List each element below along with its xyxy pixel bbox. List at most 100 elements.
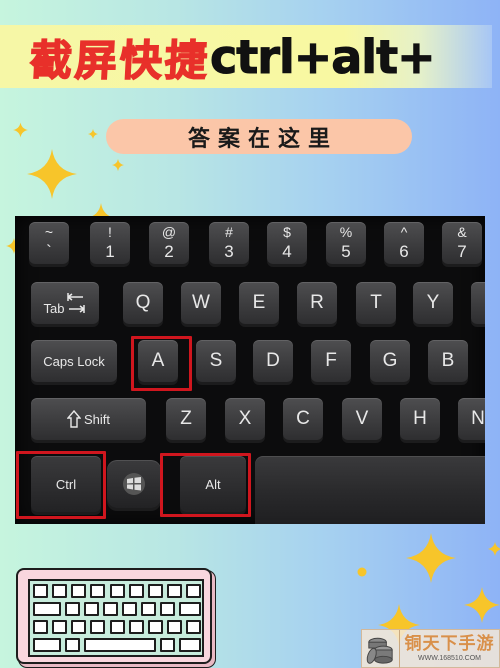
key-e: E: [239, 282, 279, 324]
mini-spacebar: [84, 638, 156, 652]
key-a: A: [138, 340, 178, 382]
key-label: A: [151, 350, 165, 371]
key-x: X: [225, 398, 265, 440]
sparkle-icon: [27, 143, 77, 205]
key-s: S: [196, 340, 236, 382]
sparkle-icon: [406, 528, 456, 588]
key-number: 7: [457, 242, 467, 261]
mini-key: [110, 584, 125, 598]
key-t: T: [356, 282, 396, 324]
sparkle-icon: [88, 128, 98, 140]
key-label: F: [325, 350, 337, 371]
key-c: C: [283, 398, 323, 440]
key-label: E: [252, 292, 266, 313]
keyboard-illustration-icon: [16, 568, 212, 664]
key-6: ^ 6: [384, 222, 424, 264]
mini-key: [122, 602, 137, 616]
mini-key: [33, 584, 48, 598]
key-v: V: [342, 398, 382, 440]
sparkle-icon: [488, 540, 500, 558]
mini-key: [52, 620, 67, 634]
key-label: U: [484, 292, 485, 314]
key-caps-lock: Caps Lock: [31, 340, 117, 382]
key-symbol: ~: [44, 224, 54, 240]
mini-key: [160, 602, 175, 616]
watermark-url: WWW.168510.COM: [417, 654, 481, 662]
key-label: N: [471, 408, 485, 429]
key-label: H: [413, 408, 427, 429]
mini-key: [71, 620, 86, 634]
key-ctrl: Ctrl: [31, 456, 101, 512]
key-label: Ctrl: [55, 476, 77, 492]
key-label: X: [238, 408, 252, 429]
watermark-title: 铜天下手游: [404, 633, 495, 654]
key-label: Q: [135, 292, 151, 313]
key-backtick: ~ `: [29, 222, 69, 264]
title-shortcut: ctrl+alt+: [210, 30, 437, 85]
mini-key: [167, 584, 182, 598]
mini-key: [179, 602, 201, 616]
key-label: B: [441, 350, 455, 371]
mini-key: [90, 620, 105, 634]
sparkle-icon: [13, 120, 28, 140]
coin-stack-icon: [366, 629, 400, 668]
key-label: T: [370, 292, 382, 313]
key-number: 4: [282, 242, 292, 261]
windows-logo-icon: [123, 473, 145, 495]
key-label: Tab: [43, 300, 65, 316]
shift-arrow-icon: [66, 410, 81, 428]
key-number: 6: [399, 242, 409, 261]
key-label: Alt: [205, 476, 221, 492]
sparkle-icon: [464, 585, 500, 625]
key-4: $ 4: [267, 222, 307, 264]
key-number: `: [46, 242, 52, 261]
key-1: ! 1: [90, 222, 130, 264]
mini-key: [179, 638, 201, 652]
key-label: Shift: [83, 411, 110, 427]
key-symbol: &: [457, 224, 467, 240]
mini-key: [148, 620, 163, 634]
key-label: C: [296, 408, 310, 429]
key-g: G: [370, 340, 410, 382]
key-d: D: [253, 340, 293, 382]
key-3: # 3: [209, 222, 249, 264]
sparkle-icon: [112, 157, 124, 173]
page-title: 截屏快捷 ctrl+alt+: [28, 30, 437, 86]
key-number: 3: [224, 242, 234, 261]
key-2: @ 2: [149, 222, 189, 264]
key-y: Y: [413, 282, 453, 324]
mini-key: [65, 602, 80, 616]
key-alt: Alt: [180, 456, 246, 512]
key-h: H: [400, 398, 440, 440]
key-label: R: [310, 292, 324, 313]
key-n: N: [458, 398, 485, 440]
key-number: 2: [164, 242, 174, 261]
key-w: W: [181, 282, 221, 324]
mini-key: [160, 638, 175, 652]
mini-key: [186, 620, 201, 634]
key-f: F: [311, 340, 351, 382]
key-label: Y: [426, 292, 440, 313]
key-tab: Tab: [31, 282, 99, 324]
mini-key: [167, 620, 182, 634]
title-chinese: 截屏快捷: [28, 35, 212, 86]
mini-key: [33, 602, 61, 616]
key-z: Z: [166, 398, 206, 440]
key-label: V: [355, 408, 369, 429]
keyboard-photo: ~ ` ! 1 @ 2 # 3 $ 4 % 5 ^ 6 & 7 Tab Q W …: [15, 216, 485, 524]
watermark-text: 铜天下手游 WWW.168510.COM: [400, 634, 499, 664]
key-label: Caps Lock: [43, 353, 105, 369]
key-symbol: @: [161, 224, 177, 240]
key-symbol: !: [108, 224, 112, 240]
mini-key: [33, 620, 48, 634]
subtitle-text: 答案在这里: [187, 126, 338, 152]
key-symbol: ^: [400, 224, 408, 240]
mini-key: [103, 602, 118, 616]
key-shift: Shift: [31, 398, 146, 440]
mini-key: [90, 584, 105, 598]
key-q: Q: [123, 282, 163, 324]
key-symbol: #: [225, 224, 233, 240]
mini-key: [129, 620, 144, 634]
key-spacebar: [255, 456, 485, 524]
key-windows: [107, 460, 161, 508]
